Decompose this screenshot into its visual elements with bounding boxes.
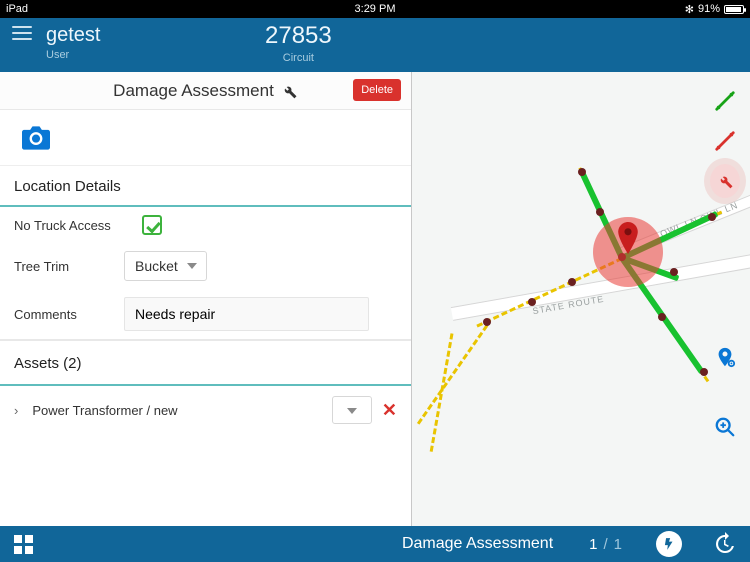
map-pane[interactable]: STATE ROUTE OWL LN OWL LN	[412, 72, 750, 526]
assets-header: Assets (2)	[0, 340, 411, 386]
tool-locate[interactable]	[710, 342, 740, 372]
header-user-block[interactable]: getest User	[46, 24, 100, 61]
node[interactable]	[700, 368, 708, 376]
tool-zoom[interactable]	[710, 412, 740, 442]
flash-button[interactable]	[656, 531, 682, 557]
wrench-icon	[280, 82, 298, 100]
header-circuit-id: 27853	[265, 22, 332, 50]
app-header: getest User 27853 Circuit	[0, 18, 750, 72]
camera-icon[interactable]	[22, 126, 50, 150]
page-current: 1	[589, 536, 597, 553]
bottom-bar: Damage Assessment 1 / 1	[0, 526, 750, 562]
menu-button[interactable]	[0, 24, 44, 34]
comments-input[interactable]	[124, 297, 369, 331]
apps-grid-button[interactable]	[14, 535, 33, 554]
line-segment	[430, 333, 454, 452]
status-time: 3:29 PM	[0, 3, 750, 15]
header-circuit-label: Circuit	[265, 52, 332, 64]
comments-label: Comments	[14, 307, 124, 322]
status-bar: iPad 3:29 PM ✻ 91%	[0, 0, 750, 18]
no-truck-access-row: No Truck Access	[0, 207, 411, 243]
asset-row: › Power Transformer / new ✕	[0, 386, 411, 434]
main-split: Damage Assessment Delete Location Detail…	[0, 72, 750, 526]
no-truck-access-checkbox[interactable]	[142, 215, 162, 235]
node[interactable]	[670, 268, 678, 276]
tree-trim-select[interactable]: Bucket	[124, 251, 207, 281]
location-details-header: Location Details	[0, 166, 411, 207]
tool-healthy-line[interactable]	[710, 86, 740, 116]
form-pane: Damage Assessment Delete Location Detail…	[0, 72, 412, 526]
tree-trim-row: Tree Trim Bucket	[0, 243, 411, 289]
form-title: Damage Assessment	[113, 81, 274, 101]
tree-trim-label: Tree Trim	[14, 259, 124, 274]
asset-remove-button[interactable]: ✕	[382, 400, 397, 421]
wrench-circle-icon	[710, 164, 740, 198]
node[interactable]	[708, 213, 716, 221]
header-user-name: getest	[46, 24, 100, 47]
node[interactable]	[658, 313, 666, 321]
pager: 1 / 1	[589, 536, 622, 553]
header-user-label: User	[46, 49, 100, 61]
node[interactable]	[568, 278, 576, 286]
header-circuit-block[interactable]: 27853 Circuit	[265, 22, 332, 64]
comments-row: Comments	[0, 289, 411, 339]
chevron-right-icon[interactable]: ›	[14, 403, 18, 418]
status-device: iPad	[6, 3, 28, 15]
tool-damaged-line[interactable]	[710, 126, 740, 156]
node[interactable]	[578, 168, 586, 176]
bottom-title: Damage Assessment	[402, 535, 553, 553]
photo-row	[0, 110, 411, 166]
no-truck-access-label: No Truck Access	[14, 218, 124, 233]
bluetooth-icon: ✻	[685, 3, 694, 16]
asset-dropdown[interactable]	[332, 396, 372, 424]
node[interactable]	[528, 298, 536, 306]
map-pin-icon[interactable]	[617, 222, 639, 254]
page-sep: /	[603, 536, 607, 553]
node[interactable]	[596, 208, 604, 216]
status-battery-text: 91%	[698, 3, 720, 15]
hamburger-icon	[12, 32, 32, 34]
asset-label[interactable]: Power Transformer / new	[32, 403, 322, 418]
delete-button[interactable]: Delete	[353, 79, 401, 101]
history-button[interactable]	[712, 532, 736, 556]
location-details-section: No Truck Access Tree Trim Bucket Comment…	[0, 207, 411, 340]
page-total: 1	[614, 536, 622, 553]
tool-assessment-mode[interactable]	[710, 166, 740, 196]
battery-icon	[724, 5, 744, 14]
form-title-row: Damage Assessment Delete	[0, 72, 411, 110]
node[interactable]	[483, 318, 491, 326]
line-segment	[417, 325, 488, 425]
